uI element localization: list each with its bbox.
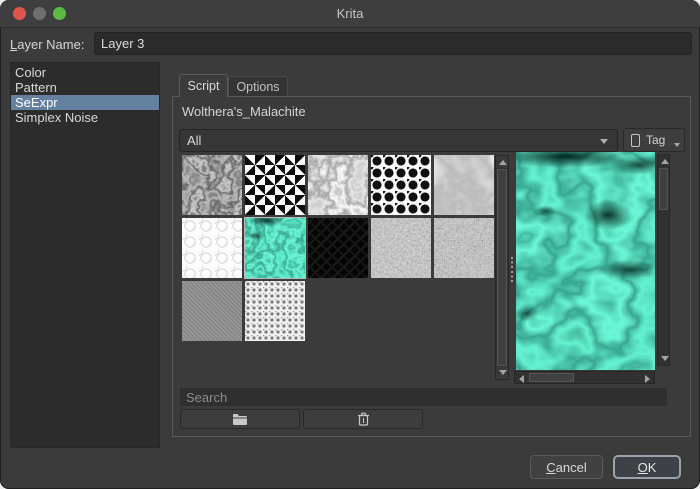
thumbnail-dark-maze[interactable] [308,218,368,278]
thumbnail-halftone-dither[interactable] [245,281,305,341]
tab-options-label: Options [236,80,279,94]
arrow-up-icon [661,159,669,164]
gray-noise-texture [371,218,431,278]
ok-button-label: OK [638,460,657,475]
thumbnail-bw-kaleidoscope[interactable] [245,155,305,215]
thumbnail-soft-clouds[interactable] [434,155,494,215]
cancel-button-label: Cancel [546,460,586,475]
arrow-down-icon [661,356,669,361]
cancel-button[interactable]: Cancel [530,455,603,479]
preview-vertical-scrollbar[interactable] [657,154,670,366]
thumbnail-halftone-dots[interactable] [371,155,431,215]
list-item-simplex-noise[interactable]: Simplex Noise [11,110,159,125]
import-resource-button[interactable] [180,409,300,429]
thumbnail-circle-lattice[interactable] [182,218,242,278]
malachite-thumb-shading [245,218,305,278]
tab-options[interactable]: Options [228,76,288,96]
preview-vscroll-thumb[interactable] [659,168,668,210]
layer-name-input[interactable] [94,32,692,55]
dark-speckle-texture [434,218,494,278]
chevron-down-icon [600,139,608,144]
grid-scrollbar-thumb[interactable] [497,169,507,366]
scroll-up-button[interactable] [496,156,508,168]
preview-hscroll-thumb[interactable] [529,373,574,382]
thumbnail-dark-marble[interactable] [182,155,242,215]
tab-script[interactable]: Script [179,74,228,97]
grid-scrollbar[interactable] [495,155,509,380]
chevron-down-icon [674,143,680,147]
dark-marble-texture [182,155,242,215]
tab-script-label: Script [188,79,220,93]
folder-icon [232,413,248,426]
tag-filter-value: All [187,130,201,151]
bw-kaleidoscope-texture [245,155,305,215]
thumbnail-dark-speckle[interactable] [434,218,494,278]
tag-button[interactable]: Tag [623,128,685,152]
seexpr-preview[interactable] [516,152,655,370]
arrow-up-icon [499,160,507,165]
gray-marble-texture [308,155,368,215]
list-item-color[interactable]: Color [11,65,159,80]
halftone-dots-texture [371,155,431,215]
window-title: Krita [0,0,700,27]
splitter-handle[interactable] [510,257,513,283]
selected-resource-name: Wolthera's_Malachite [182,104,306,119]
search-input[interactable] [179,387,668,407]
layer-name-label: Layer Name: [10,37,84,52]
titlebar: Krita [0,0,700,28]
preview-horizontal-scrollbar[interactable] [514,371,655,384]
soft-clouds-texture [434,155,494,215]
list-item-pattern[interactable]: Pattern [11,80,159,95]
thumbnail-gray-marble[interactable] [308,155,368,215]
tag-filter-dropdown[interactable]: All [179,129,618,152]
ok-button[interactable]: OK [613,455,681,479]
halftone-dither-texture [245,281,305,341]
thumbnail-fine-weave[interactable] [182,281,242,341]
thumbnail-malachite[interactable] [245,218,305,278]
arrow-down-icon [499,370,507,375]
krita-dialog-window: Krita Layer Name: ColorPatternSeExprSimp… [0,0,700,489]
circle-lattice-texture [182,218,242,278]
trash-icon [357,412,370,426]
tag-button-label: Tag [646,129,665,151]
arrow-left-icon [519,375,524,383]
thumbnail-gray-noise[interactable] [371,218,431,278]
malachite-preview-shading [516,152,655,370]
delete-resource-button[interactable] [303,409,423,429]
fine-weave-texture [182,281,242,341]
scroll-down-button[interactable] [496,367,508,379]
arrow-right-icon [645,375,650,383]
list-item-seexpr[interactable]: SeExpr [11,95,159,110]
generator-type-list[interactable]: ColorPatternSeExprSimplex Noise [10,62,160,448]
bookmark-icon [631,134,640,147]
dark-maze-texture [308,218,368,278]
